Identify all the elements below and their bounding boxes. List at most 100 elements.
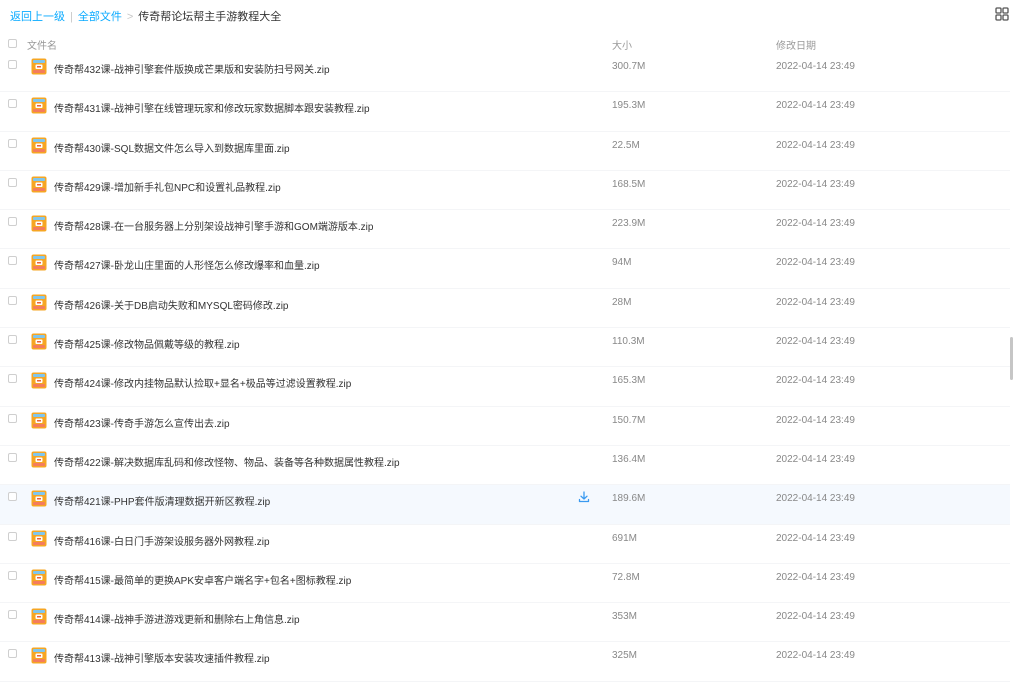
row-checkbox[interactable] — [8, 177, 17, 187]
row-checkbox[interactable] — [8, 649, 17, 659]
zip-file-icon — [31, 412, 47, 429]
file-row[interactable]: 传奇帮431课-战神引擎在线管理玩家和修改玩家数据脚本跟安装教程.zip 195… — [0, 92, 1010, 132]
scrollbar-thumb[interactable] — [1010, 337, 1013, 380]
file-modified-date: 2022-04-14 23:49 — [776, 375, 855, 387]
file-row[interactable]: 传奇帮421课-PHP套件版清理数据开新区教程.zip 189.6M 2022-… — [0, 485, 1010, 525]
row-checkbox[interactable] — [8, 256, 17, 266]
row-checkbox[interactable] — [8, 335, 17, 345]
file-row[interactable]: 传奇帮423课-传奇手游怎么宣传出去.zip 150.7M 2022-04-14… — [0, 407, 1010, 446]
row-checkbox[interactable] — [8, 60, 17, 69]
file-size: 28M — [612, 296, 632, 308]
file-size: 300.7M — [612, 61, 646, 72]
file-row[interactable]: 传奇帮429课-增加新手礼包NPC和设置礼品教程.zip 168.5M 2022… — [0, 171, 1010, 211]
file-modified-date: 2022-04-14 23:49 — [776, 139, 855, 151]
file-name[interactable]: 传奇帮415课-最简单的更换APK安卓客户端名字+包名+图标教程.zip — [54, 572, 351, 587]
file-size: 691M — [612, 532, 638, 544]
file-name[interactable]: 传奇帮431课-战神引擎在线管理玩家和修改玩家数据脚本跟安装教程.zip — [54, 100, 370, 115]
zip-file-icon — [31, 58, 47, 75]
file-size: 223.9M — [612, 218, 646, 230]
file-row[interactable]: 传奇帮428课-在一台服务器上分别架设战神引擎手游和GOM端游版本.zip 22… — [0, 210, 1010, 250]
file-modified-date: 2022-04-14 23:49 — [776, 493, 855, 505]
grid-view-icon[interactable] — [995, 7, 1009, 21]
file-name[interactable]: 传奇帮430课-SQL数据文件怎么导入到数据库里面.zip — [54, 140, 290, 155]
zip-file-icon — [31, 176, 47, 193]
row-checkbox[interactable] — [8, 138, 17, 148]
zip-file-icon — [31, 608, 47, 625]
file-row[interactable]: 传奇帮425课-修改物品佩戴等级的教程.zip 110.3M 2022-04-1… — [0, 328, 1010, 368]
file-row[interactable]: 传奇帮430课-SQL数据文件怎么导入到数据库里面.zip 22.5M 2022… — [0, 132, 1010, 171]
row-checkbox[interactable] — [8, 492, 17, 502]
file-size: 353M — [612, 611, 638, 623]
file-row[interactable]: 传奇帮427课-卧龙山庄里面的人形怪怎么修改爆率和血量.zip 94M 2022… — [0, 249, 1010, 289]
file-row[interactable]: 传奇帮415课-最简单的更换APK安卓客户端名字+包名+图标教程.zip 72.… — [0, 564, 1010, 604]
zip-file-icon — [31, 215, 47, 232]
zip-file-icon — [31, 333, 47, 350]
file-modified-date: 2022-04-14 23:49 — [776, 336, 855, 348]
zip-file-icon — [31, 451, 47, 468]
file-name[interactable]: 传奇帮423课-传奇手游怎么宣传出去.zip — [54, 415, 230, 430]
file-modified-date: 2022-04-14 23:49 — [776, 453, 855, 465]
file-modified-date: 2022-04-14 23:49 — [776, 611, 855, 623]
top-bar: 返回上一级 | 全部文件 > 传奇帮论坛帮主手游教程大全 — [0, 0, 1024, 30]
download-icon[interactable] — [578, 491, 590, 503]
row-checkbox[interactable] — [8, 99, 17, 109]
file-row[interactable]: 传奇帮422课-解决数据库乱码和修改怪物、物品、装备等各种数据属性教程.zip … — [0, 446, 1010, 486]
file-list-header: 文件名 大小 修改日期 — [0, 33, 1010, 53]
file-row[interactable]: 传奇帮414课-战神手游进游戏更新和删除右上角信息.zip 353M 2022-… — [0, 603, 1010, 643]
column-header-size[interactable]: 大小 — [612, 37, 632, 52]
breadcrumb: 返回上一级 | 全部文件 > 传奇帮论坛帮主手游教程大全 — [10, 8, 281, 24]
file-size: 150.7M — [612, 414, 646, 426]
current-folder: 传奇帮论坛帮主手游教程大全 — [138, 11, 282, 23]
row-checkbox[interactable] — [8, 531, 17, 541]
file-name[interactable]: 传奇帮429课-增加新手礼包NPC和设置礼品教程.zip — [54, 179, 281, 194]
row-checkbox[interactable] — [8, 413, 17, 423]
file-name[interactable]: 传奇帮426课-关于DB启动失败和MYSQL密码修改.zip — [54, 297, 288, 312]
file-name[interactable]: 传奇帮414课-战神手游进游戏更新和删除右上角信息.zip — [54, 611, 300, 626]
file-size: 72.8M — [612, 571, 640, 583]
breadcrumb-arrow: > — [126, 11, 134, 23]
zip-file-icon — [31, 490, 47, 507]
zip-file-icon — [31, 137, 47, 154]
file-name[interactable]: 传奇帮413课-战神引擎版本安装攻速插件教程.zip — [54, 650, 270, 665]
file-row[interactable]: 传奇帮432课-战神引擎套件版换成芒果版和安装防扫号网关.zip 300.7M … — [0, 53, 1010, 93]
row-checkbox[interactable] — [8, 217, 17, 227]
file-name[interactable]: 传奇帮416课-白日门手游架设服务器外网教程.zip — [54, 533, 270, 548]
column-header-name[interactable]: 文件名 — [27, 37, 57, 52]
file-modified-date: 2022-04-14 23:49 — [776, 414, 855, 426]
zip-file-icon — [31, 294, 47, 311]
row-checkbox[interactable] — [8, 570, 17, 580]
file-row[interactable]: 传奇帮416课-白日门手游架设服务器外网教程.zip 691M 2022-04-… — [0, 525, 1010, 564]
file-name[interactable]: 传奇帮421课-PHP套件版清理数据开新区教程.zip — [54, 493, 270, 508]
zip-file-icon — [31, 647, 47, 664]
file-size: 168.5M — [612, 178, 646, 190]
file-row[interactable]: 传奇帮426课-关于DB启动失败和MYSQL密码修改.zip 28M 2022-… — [0, 289, 1010, 329]
select-all-checkbox[interactable] — [8, 39, 17, 48]
file-row[interactable]: 传奇帮413课-战神引擎版本安装攻速插件教程.zip 325M 2022-04-… — [0, 642, 1010, 682]
row-checkbox[interactable] — [8, 610, 17, 620]
file-modified-date: 2022-04-14 23:49 — [776, 296, 855, 308]
file-modified-date: 2022-04-14 23:49 — [776, 532, 855, 544]
file-name[interactable]: 传奇帮424课-修改内挂物品默认捡取+显名+极品等过滤设置教程.zip — [54, 375, 351, 390]
file-name[interactable]: 传奇帮422课-解决数据库乱码和修改怪物、物品、装备等各种数据属性教程.zip — [54, 454, 400, 469]
file-size: 136.4M — [612, 453, 646, 465]
file-row[interactable]: 传奇帮424课-修改内挂物品默认捡取+显名+极品等过滤设置教程.zip 165.… — [0, 367, 1010, 407]
file-modified-date: 2022-04-14 23:49 — [776, 571, 855, 583]
row-checkbox[interactable] — [8, 374, 17, 384]
file-size: 94M — [612, 257, 632, 269]
file-name[interactable]: 传奇帮432课-战神引擎套件版换成芒果版和安装防扫号网关.zip — [54, 61, 330, 76]
zip-file-icon — [31, 530, 47, 547]
zip-file-icon — [31, 97, 47, 114]
file-size: 325M — [612, 650, 638, 662]
column-header-modified[interactable]: 修改日期 — [776, 37, 816, 52]
file-name[interactable]: 传奇帮428课-在一台服务器上分别架设战神引擎手游和GOM端游版本.zip — [54, 218, 373, 233]
row-checkbox[interactable] — [8, 452, 17, 462]
zip-file-icon — [31, 372, 47, 389]
row-checkbox[interactable] — [8, 295, 17, 305]
file-name[interactable]: 传奇帮425课-修改物品佩戴等级的教程.zip — [54, 336, 240, 351]
file-modified-date: 2022-04-14 23:49 — [776, 178, 855, 190]
file-name[interactable]: 传奇帮427课-卧龙山庄里面的人形怪怎么修改爆率和血量.zip — [54, 257, 320, 272]
back-link[interactable]: 返回上一级 — [10, 11, 65, 23]
file-modified-date: 2022-04-14 23:49 — [776, 100, 855, 112]
all-files-link[interactable]: 全部文件 — [78, 11, 122, 23]
file-size: 165.3M — [612, 375, 646, 387]
